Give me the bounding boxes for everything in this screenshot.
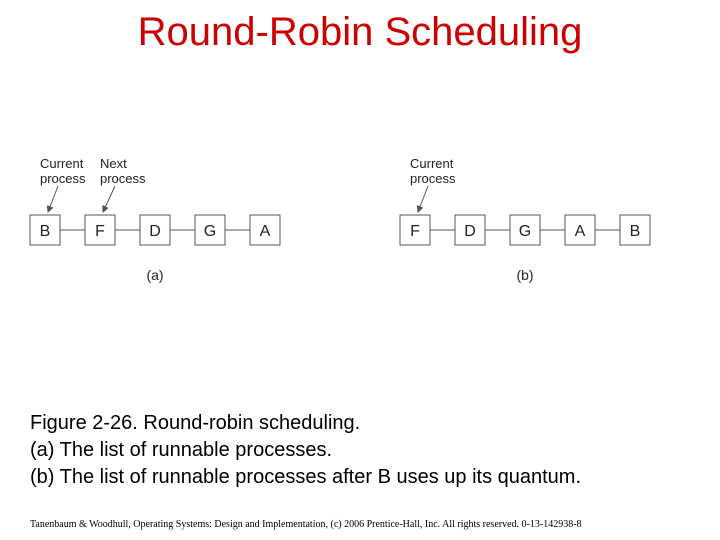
figure-2-26: Current process Next process B F (0, 150, 720, 320)
caption-line: (b) The list of runnable processes after… (30, 464, 690, 491)
process-label: F (410, 223, 420, 240)
label-current-a2: process (40, 171, 86, 186)
arrow-current-b (418, 186, 428, 212)
process-label: G (519, 223, 531, 240)
caption-line: Figure 2-26. Round-robin scheduling. (30, 410, 690, 437)
process-label: B (40, 223, 51, 240)
subfig-tag-b: (b) (516, 267, 533, 283)
process-label: D (149, 223, 161, 240)
process-label: D (464, 223, 476, 240)
box-row-b: F D G A B (400, 215, 650, 245)
page-title: Round-Robin Scheduling (0, 10, 720, 55)
arrow-current-a (48, 186, 58, 212)
subfig-tag-a: (a) (146, 267, 163, 283)
box-row-a: B F D G A (30, 215, 280, 245)
label-next-a: Next (100, 156, 127, 171)
arrow-next-a (103, 186, 115, 212)
caption-line: (a) The list of runnable processes. (30, 437, 690, 464)
process-label: A (575, 223, 586, 240)
diagram-a: Current process Next process B F (30, 156, 280, 283)
label-current-a: Current (40, 156, 84, 171)
figure-caption: Figure 2-26. Round-robin scheduling. (a)… (30, 410, 690, 491)
label-next-a2: process (100, 171, 146, 186)
diagram-svg: Current process Next process B F (0, 150, 720, 320)
process-label: G (204, 223, 216, 240)
diagram-b: Current process F D G A (400, 156, 650, 283)
process-label: F (95, 223, 105, 240)
label-current-b: Current (410, 156, 454, 171)
process-label: A (260, 223, 271, 240)
copyright-footer: Tanenbaum & Woodhull, Operating Systems:… (30, 519, 690, 530)
label-current-b2: process (410, 171, 456, 186)
process-label: B (630, 223, 641, 240)
slide: Round-Robin Scheduling Current process N… (0, 0, 720, 540)
